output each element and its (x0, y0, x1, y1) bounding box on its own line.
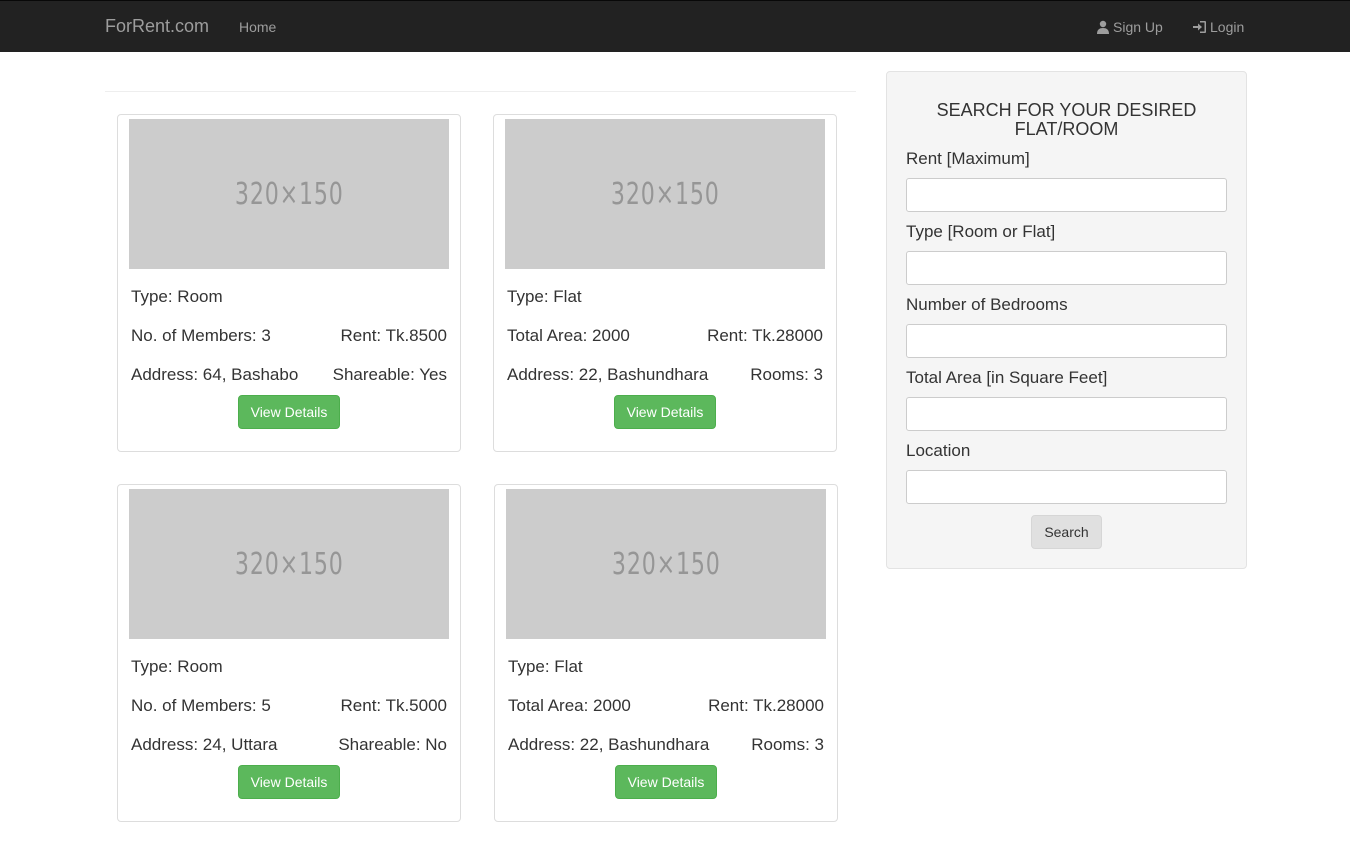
brand-link[interactable]: ForRent.com (105, 16, 209, 37)
listing-type-row: Type: Flat (507, 287, 823, 307)
listing-members: No. of Members: 5 (131, 696, 271, 715)
view-details-button[interactable]: View Details (615, 765, 717, 799)
listing-detail-row: No. of Members: 3 Rent: Tk.8500 (131, 326, 447, 346)
listing-shareable: Shareable: Yes (332, 365, 447, 384)
listing-type-row: Type: Room (131, 657, 447, 677)
view-details-button[interactable]: View Details (238, 765, 340, 799)
location-input[interactable] (906, 470, 1227, 504)
listing-rooms: Rooms: 3 (751, 735, 824, 754)
location-label: Location (906, 441, 971, 460)
login-label: Login (1210, 19, 1245, 35)
rent-label: Rent [Maximum] (906, 149, 1030, 168)
listing-type-row: Type: Flat (508, 657, 824, 677)
listing-image: 320×150 (505, 119, 825, 269)
top-navbar: ForRent.com Home Sign Up Login (0, 0, 1350, 52)
listing-members: No. of Members: 3 (131, 326, 271, 345)
listing-detail-row: Total Area: 2000 Rent: Tk.28000 (507, 326, 823, 346)
listing-rent: Rent: Tk.5000 (340, 696, 447, 715)
login-link[interactable]: Login (1193, 19, 1244, 35)
listing-detail-row: Total Area: 2000 Rent: Tk.28000 (508, 696, 824, 716)
content-divider (105, 91, 856, 92)
image-placeholder-text: 320×150 (611, 546, 721, 582)
listing-rent: Rent: Tk.28000 (707, 326, 823, 345)
listing-address-row: Address: 22, Bashundhara Rooms: 3 (507, 365, 823, 385)
listing-type: Type: Flat (507, 287, 582, 306)
listing-rooms: Rooms: 3 (750, 365, 823, 384)
area-label: Total Area [in Square Feet] (906, 368, 1108, 387)
listing-rent: Rent: Tk.8500 (340, 326, 447, 345)
area-input[interactable] (906, 397, 1227, 431)
listing-image: 320×150 (506, 489, 826, 639)
listing-card: 320×150 Type: Flat Total Area: 2000 Rent:… (493, 114, 837, 452)
listing-image: 320×150 (129, 489, 449, 639)
nav-home-link[interactable]: Home (239, 19, 276, 35)
listing-detail-row: No. of Members: 5 Rent: Tk.5000 (131, 696, 447, 716)
search-button[interactable]: Search (1031, 515, 1102, 549)
listing-image: 320×150 (129, 119, 449, 269)
search-panel: SEARCH FOR YOUR DESIRED FLAT/ROOM Rent [… (886, 71, 1247, 569)
listing-address-row: Address: 64, Bashabo Shareable: Yes (131, 365, 447, 385)
listing-rent: Rent: Tk.28000 (708, 696, 824, 715)
bedrooms-label: Number of Bedrooms (906, 295, 1068, 314)
login-icon (1193, 21, 1206, 33)
listing-area: Total Area: 2000 (507, 326, 630, 345)
listing-address-row: Address: 22, Bashundhara Rooms: 3 (508, 735, 824, 755)
listing-shareable: Shareable: No (338, 735, 447, 754)
image-placeholder-text: 320×150 (234, 176, 344, 212)
signup-label: Sign Up (1113, 19, 1163, 35)
user-icon (1097, 20, 1109, 34)
listing-type: Type: Room (131, 657, 223, 676)
listing-type: Type: Flat (508, 657, 583, 676)
view-details-button[interactable]: View Details (238, 395, 340, 429)
view-details-button[interactable]: View Details (614, 395, 716, 429)
listing-card: 320×150 Type: Flat Total Area: 2000 Rent:… (494, 484, 838, 822)
listing-address: Address: 64, Bashabo (131, 365, 299, 384)
type-input[interactable] (906, 251, 1227, 285)
type-label: Type [Room or Flat] (906, 222, 1056, 241)
image-placeholder-text: 320×150 (610, 176, 720, 212)
image-placeholder-text: 320×150 (234, 546, 344, 582)
listing-card: 320×150 Type: Room No. of Members: 5 Rent… (117, 484, 461, 822)
listing-card: 320×150 Type: Room No. of Members: 3 Rent… (117, 114, 461, 452)
rent-input[interactable] (906, 178, 1227, 212)
search-panel-title: SEARCH FOR YOUR DESIRED FLAT/ROOM (936, 100, 1197, 139)
listing-area: Total Area: 2000 (508, 696, 631, 715)
listing-address-row: Address: 24, Uttara Shareable: No (131, 735, 447, 755)
listing-type-row: Type: Room (131, 287, 447, 307)
bedrooms-input[interactable] (906, 324, 1227, 358)
listing-address: Address: 22, Bashundhara (507, 365, 709, 384)
listing-address: Address: 24, Uttara (131, 735, 278, 754)
signup-link[interactable]: Sign Up (1096, 19, 1163, 35)
listing-address: Address: 22, Bashundhara (508, 735, 710, 754)
listing-type: Type: Room (131, 287, 223, 306)
